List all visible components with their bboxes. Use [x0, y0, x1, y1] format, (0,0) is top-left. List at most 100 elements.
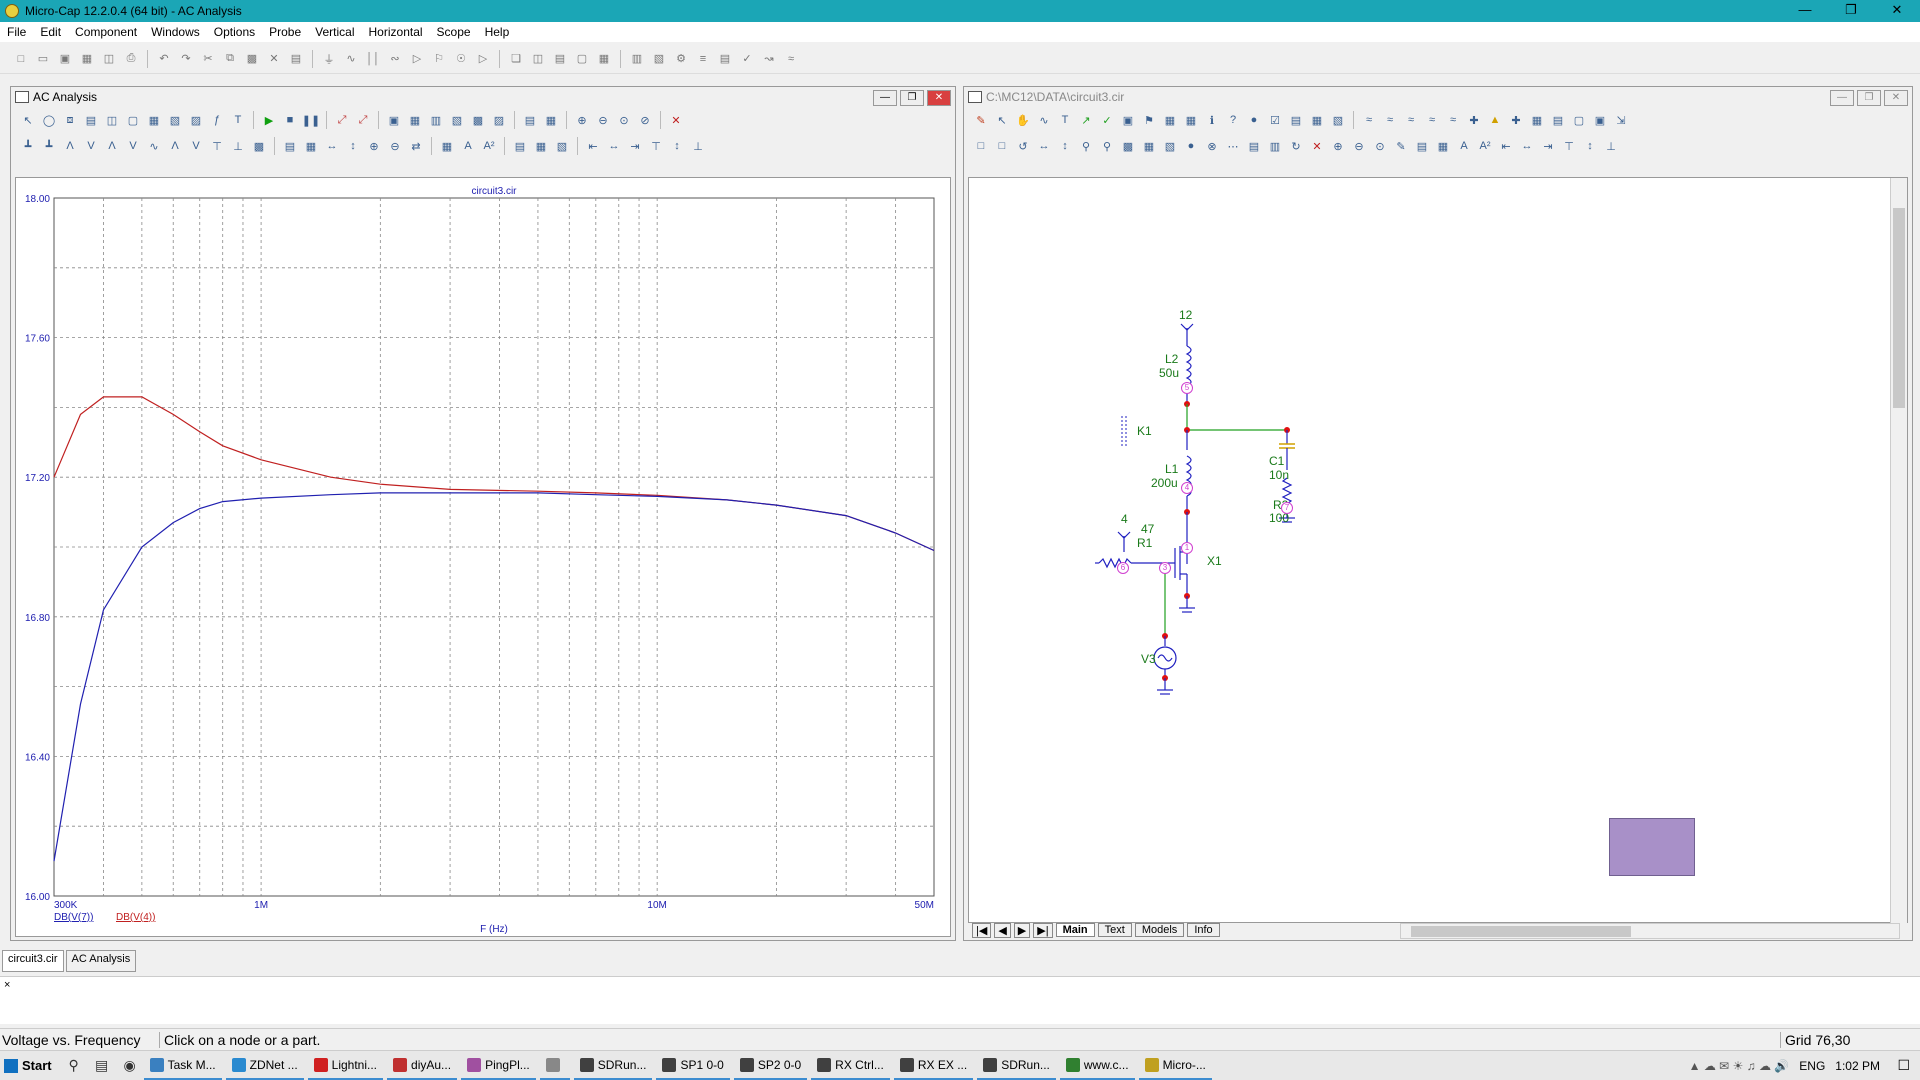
menu-component[interactable]: Component [68, 25, 144, 39]
bill-icon[interactable]: ▣ [1591, 111, 1609, 129]
save-all-icon[interactable]: ▦ [78, 50, 96, 68]
node-6-label[interactable]: 6 [1117, 562, 1129, 574]
tag-horizontal-icon[interactable]: ▧ [166, 111, 184, 129]
save-icon[interactable]: ▣ [56, 50, 74, 68]
open-file-icon[interactable]: ▭ [34, 50, 52, 68]
select-all-icon[interactable]: ▤ [287, 50, 305, 68]
taskbar-app-5[interactable] [539, 1052, 570, 1080]
vertical-scrollbar[interactable] [1890, 178, 1907, 924]
resistor-component-icon[interactable]: ∿ [342, 50, 360, 68]
cut-icon[interactable]: ✂ [199, 50, 217, 68]
ac-minimize-button[interactable]: — [873, 90, 897, 106]
grid-menu-icon[interactable]: ▦ [1434, 137, 1452, 155]
redo-icon[interactable]: ↷ [177, 50, 195, 68]
animate-icon[interactable]: ▦ [302, 137, 320, 155]
align-center-icon[interactable]: ↔ [605, 137, 623, 155]
text-mode-icon[interactable]: T [1056, 111, 1074, 129]
bottom-cursor-icon[interactable]: ⊥ [229, 137, 247, 155]
graph-window-icon[interactable]: ◫ [103, 111, 121, 129]
point-to-end-icon[interactable]: ● [1245, 111, 1263, 129]
flip-x-icon[interactable]: ↔ [1035, 137, 1053, 155]
diagonal-wire-icon[interactable]: ↗ [1077, 111, 1095, 129]
task-view-icon[interactable]: ▤ [88, 1057, 116, 1075]
taskbar-app-10[interactable]: RX EX ... [893, 1052, 974, 1080]
info-mode-icon[interactable]: ℹ [1203, 111, 1221, 129]
power-icon[interactable]: ≈ [1402, 111, 1420, 129]
ac-chart[interactable]: 18.00 17.60 17.20 16.80 16.40 16.00 300K 1M 10M 5… [16, 178, 952, 938]
valley-cursor-icon[interactable]: V [82, 137, 100, 155]
menu-edit[interactable]: Edit [33, 25, 68, 39]
node-4-label[interactable]: 4 [1181, 482, 1193, 494]
pin-connections-icon[interactable]: ≈ [1444, 111, 1462, 129]
node-voltages-icon[interactable]: ≈ [1360, 111, 1378, 129]
copy-chart-icon[interactable]: ▩ [250, 137, 268, 155]
export-icon[interactable]: ⇲ [1612, 111, 1630, 129]
rotate-icon[interactable]: ▦ [532, 137, 550, 155]
probe-icon[interactable]: ↝ [760, 50, 778, 68]
tag-point-icon[interactable]: ▦ [145, 111, 163, 129]
analysis-limits-icon[interactable]: ≡ [694, 50, 712, 68]
zoom-in-icon[interactable]: ⊕ [1329, 137, 1347, 155]
zoom-out-icon[interactable]: ⊖ [594, 111, 612, 129]
top-cursor-icon[interactable]: ⊤ [208, 137, 226, 155]
tab-next-button[interactable]: ▶ [1013, 922, 1031, 938]
menu-help[interactable]: Help [478, 25, 517, 39]
flag-icon[interactable]: ⚑ [1140, 111, 1158, 129]
node-5-label[interactable]: 5 [1181, 382, 1193, 394]
plot-properties-icon[interactable]: ▤ [716, 50, 734, 68]
wire-mode-icon[interactable]: ∿ [1035, 111, 1053, 129]
run-icon[interactable]: ▶ [260, 111, 278, 129]
taskbar-app-7[interactable]: SP1 0-0 [656, 1052, 730, 1080]
node-1-label[interactable]: 1 [1181, 542, 1193, 554]
table-icon[interactable]: ▦ [1182, 111, 1200, 129]
pause-icon[interactable]: ❚❚ [302, 111, 320, 129]
peak-cursor-icon[interactable]: Λ [61, 137, 79, 155]
schematic-close-button[interactable]: ✕ [1884, 90, 1908, 106]
chart-zoom-in-icon[interactable]: ⊕ [365, 137, 383, 155]
print-preview-icon[interactable]: ◫ [100, 50, 118, 68]
performance-icon[interactable]: ✓ [738, 50, 756, 68]
formula-icon[interactable]: ƒ [208, 111, 226, 129]
source-component-icon[interactable]: ☉ [452, 50, 470, 68]
slope-icon[interactable]: ▤ [521, 111, 539, 129]
opamp-component-icon[interactable]: ▷ [474, 50, 492, 68]
region-icon[interactable]: ▦ [1161, 111, 1179, 129]
zoom-fit-icon[interactable]: ⊙ [1371, 137, 1389, 155]
axis-icon[interactable]: ▢ [124, 111, 142, 129]
circuit-diagram[interactable] [969, 178, 1909, 924]
inflection-icon[interactable]: ▩ [469, 111, 487, 129]
step-up-icon[interactable]: ▤ [1245, 137, 1263, 155]
chart-pan-icon[interactable]: ⇄ [407, 137, 425, 155]
doc-tab-circuit[interactable]: circuit3.cir [2, 950, 64, 972]
menu-file[interactable]: File [0, 25, 33, 39]
taskbar-app-1[interactable]: ZDNet ... [225, 1052, 304, 1080]
blank-icon[interactable]: □ [993, 137, 1011, 155]
component-mode-icon[interactable]: ✎ [972, 111, 990, 129]
grid-icon[interactable]: ▦ [438, 137, 456, 155]
font-icon[interactable]: A [459, 137, 477, 155]
print-icon[interactable]: ⎙ [122, 50, 140, 68]
window-layout-icon[interactable]: ▢ [573, 50, 591, 68]
scroll-thumb[interactable] [1893, 208, 1905, 408]
start-button[interactable]: Start [0, 1058, 60, 1073]
tile-horizontal-icon[interactable]: ▤ [551, 50, 569, 68]
global-high-cursor-icon[interactable]: Λ [166, 137, 184, 155]
cursor-right-icon[interactable]: ┻ [40, 137, 58, 155]
mirror-icon[interactable]: ▧ [553, 137, 571, 155]
transistor-component-icon[interactable]: ⚐ [430, 50, 448, 68]
plot-area[interactable]: 18.00 17.60 17.20 16.80 16.40 16.00 300K 1M 10M 5… [15, 177, 951, 937]
cursor-left-icon[interactable]: ┻ [19, 137, 37, 155]
rotate-left-icon[interactable]: ↺ [1014, 137, 1032, 155]
remove-icon[interactable]: ⊗ [1203, 137, 1221, 155]
find-icon[interactable]: ⚲ [1077, 137, 1095, 155]
l2-inductor[interactable] [1185, 345, 1192, 387]
tab-prev-button[interactable]: ◀ [994, 922, 1011, 938]
scale-auto-icon[interactable]: ⤢ [333, 111, 351, 129]
schematic-restore-button[interactable]: ❐ [1857, 90, 1881, 106]
font-size-icon[interactable]: A² [480, 137, 498, 155]
align-middle-icon[interactable]: ↕ [1581, 137, 1599, 155]
horizontal-scrollbar[interactable] [1400, 923, 1900, 939]
align-bottom-icon[interactable]: ⊥ [689, 137, 707, 155]
go-to-icon[interactable]: ▦ [542, 111, 560, 129]
low-cursor-icon[interactable]: V [124, 137, 142, 155]
